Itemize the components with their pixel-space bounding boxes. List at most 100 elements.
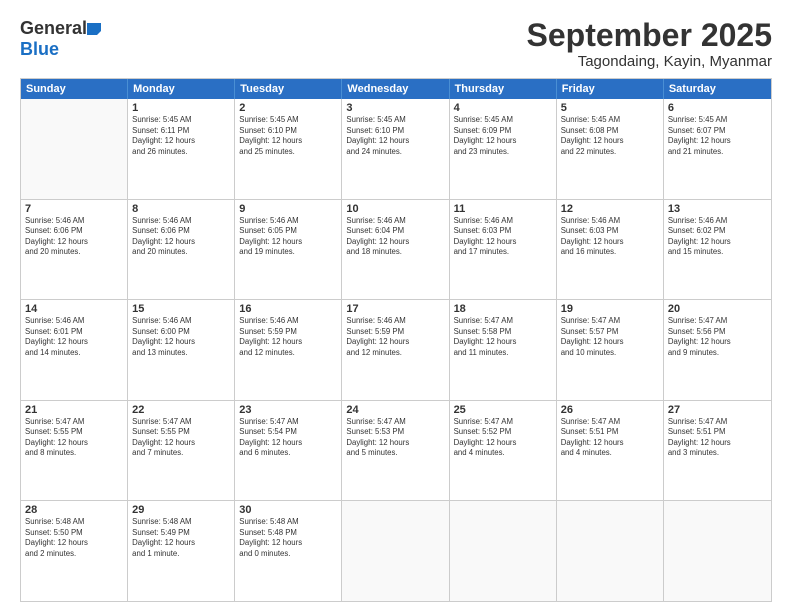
day-number: 20	[668, 303, 767, 315]
calendar: SundayMondayTuesdayWednesdayThursdayFrid…	[20, 78, 772, 602]
day-header-monday: Monday	[128, 79, 235, 99]
calendar-cell: 15Sunrise: 5:46 AMSunset: 6:00 PMDayligh…	[128, 300, 235, 400]
cell-info: Sunrise: 5:46 AMSunset: 6:01 PMDaylight:…	[25, 316, 123, 358]
logo-blue: Blue	[20, 39, 59, 60]
calendar-cell: 25Sunrise: 5:47 AMSunset: 5:52 PMDayligh…	[450, 401, 557, 501]
day-number: 24	[346, 404, 444, 416]
day-number: 26	[561, 404, 659, 416]
cell-info: Sunrise: 5:47 AMSunset: 5:58 PMDaylight:…	[454, 316, 552, 358]
cell-info: Sunrise: 5:46 AMSunset: 6:06 PMDaylight:…	[132, 216, 230, 258]
day-number: 15	[132, 303, 230, 315]
cell-info: Sunrise: 5:47 AMSunset: 5:57 PMDaylight:…	[561, 316, 659, 358]
calendar-cell: 10Sunrise: 5:46 AMSunset: 6:04 PMDayligh…	[342, 200, 449, 300]
day-number: 18	[454, 303, 552, 315]
day-number: 1	[132, 102, 230, 114]
day-number: 2	[239, 102, 337, 114]
day-number: 8	[132, 203, 230, 215]
day-header-friday: Friday	[557, 79, 664, 99]
logo: GeneralBlue	[20, 18, 101, 60]
calendar-cell	[664, 501, 771, 601]
day-header-tuesday: Tuesday	[235, 79, 342, 99]
calendar-cell	[557, 501, 664, 601]
cell-info: Sunrise: 5:46 AMSunset: 6:02 PMDaylight:…	[668, 216, 767, 258]
day-number: 25	[454, 404, 552, 416]
day-number: 7	[25, 203, 123, 215]
day-number: 30	[239, 504, 337, 516]
day-number: 9	[239, 203, 337, 215]
day-number: 6	[668, 102, 767, 114]
cell-info: Sunrise: 5:45 AMSunset: 6:11 PMDaylight:…	[132, 115, 230, 157]
calendar-cell: 12Sunrise: 5:46 AMSunset: 6:03 PMDayligh…	[557, 200, 664, 300]
calendar-body: 1Sunrise: 5:45 AMSunset: 6:11 PMDaylight…	[21, 99, 771, 601]
calendar-week-5: 28Sunrise: 5:48 AMSunset: 5:50 PMDayligh…	[21, 500, 771, 601]
day-number: 12	[561, 203, 659, 215]
calendar-cell: 2Sunrise: 5:45 AMSunset: 6:10 PMDaylight…	[235, 99, 342, 199]
calendar-cell: 23Sunrise: 5:47 AMSunset: 5:54 PMDayligh…	[235, 401, 342, 501]
cell-info: Sunrise: 5:47 AMSunset: 5:53 PMDaylight:…	[346, 417, 444, 459]
cell-info: Sunrise: 5:46 AMSunset: 6:05 PMDaylight:…	[239, 216, 337, 258]
cell-info: Sunrise: 5:48 AMSunset: 5:50 PMDaylight:…	[25, 517, 123, 559]
calendar-cell	[450, 501, 557, 601]
calendar-cell	[342, 501, 449, 601]
cell-info: Sunrise: 5:46 AMSunset: 5:59 PMDaylight:…	[239, 316, 337, 358]
calendar-week-1: 1Sunrise: 5:45 AMSunset: 6:11 PMDaylight…	[21, 99, 771, 199]
title-block: September 2025 Tagondaing, Kayin, Myanma…	[527, 18, 772, 70]
cell-info: Sunrise: 5:46 AMSunset: 6:03 PMDaylight:…	[454, 216, 552, 258]
day-number: 10	[346, 203, 444, 215]
day-number: 3	[346, 102, 444, 114]
calendar-cell	[21, 99, 128, 199]
day-number: 28	[25, 504, 123, 516]
cell-info: Sunrise: 5:45 AMSunset: 6:08 PMDaylight:…	[561, 115, 659, 157]
day-header-saturday: Saturday	[664, 79, 771, 99]
calendar-cell: 1Sunrise: 5:45 AMSunset: 6:11 PMDaylight…	[128, 99, 235, 199]
day-number: 22	[132, 404, 230, 416]
calendar-week-4: 21Sunrise: 5:47 AMSunset: 5:55 PMDayligh…	[21, 400, 771, 501]
calendar-cell: 16Sunrise: 5:46 AMSunset: 5:59 PMDayligh…	[235, 300, 342, 400]
day-number: 5	[561, 102, 659, 114]
calendar-cell: 17Sunrise: 5:46 AMSunset: 5:59 PMDayligh…	[342, 300, 449, 400]
calendar-week-3: 14Sunrise: 5:46 AMSunset: 6:01 PMDayligh…	[21, 299, 771, 400]
day-number: 13	[668, 203, 767, 215]
calendar-cell: 28Sunrise: 5:48 AMSunset: 5:50 PMDayligh…	[21, 501, 128, 601]
calendar-cell: 9Sunrise: 5:46 AMSunset: 6:05 PMDaylight…	[235, 200, 342, 300]
cell-info: Sunrise: 5:45 AMSunset: 6:10 PMDaylight:…	[239, 115, 337, 157]
calendar-cell: 27Sunrise: 5:47 AMSunset: 5:51 PMDayligh…	[664, 401, 771, 501]
day-number: 16	[239, 303, 337, 315]
calendar-cell: 22Sunrise: 5:47 AMSunset: 5:55 PMDayligh…	[128, 401, 235, 501]
calendar-cell: 8Sunrise: 5:46 AMSunset: 6:06 PMDaylight…	[128, 200, 235, 300]
logo-general: General	[20, 18, 87, 39]
calendar-cell: 26Sunrise: 5:47 AMSunset: 5:51 PMDayligh…	[557, 401, 664, 501]
day-number: 11	[454, 203, 552, 215]
month-title: September 2025	[527, 18, 772, 53]
calendar-cell: 7Sunrise: 5:46 AMSunset: 6:06 PMDaylight…	[21, 200, 128, 300]
calendar-week-2: 7Sunrise: 5:46 AMSunset: 6:06 PMDaylight…	[21, 199, 771, 300]
day-number: 23	[239, 404, 337, 416]
cell-info: Sunrise: 5:46 AMSunset: 6:06 PMDaylight:…	[25, 216, 123, 258]
logo-flag-icon	[87, 23, 101, 35]
day-header-thursday: Thursday	[450, 79, 557, 99]
calendar-cell: 6Sunrise: 5:45 AMSunset: 6:07 PMDaylight…	[664, 99, 771, 199]
calendar-cell: 30Sunrise: 5:48 AMSunset: 5:48 PMDayligh…	[235, 501, 342, 601]
cell-info: Sunrise: 5:47 AMSunset: 5:51 PMDaylight:…	[561, 417, 659, 459]
cell-info: Sunrise: 5:47 AMSunset: 5:55 PMDaylight:…	[25, 417, 123, 459]
cell-info: Sunrise: 5:46 AMSunset: 5:59 PMDaylight:…	[346, 316, 444, 358]
day-header-wednesday: Wednesday	[342, 79, 449, 99]
page: GeneralBlue September 2025 Tagondaing, K…	[0, 0, 792, 612]
day-number: 14	[25, 303, 123, 315]
day-number: 17	[346, 303, 444, 315]
calendar-cell: 13Sunrise: 5:46 AMSunset: 6:02 PMDayligh…	[664, 200, 771, 300]
location-subtitle: Tagondaing, Kayin, Myanmar	[527, 53, 772, 70]
cell-info: Sunrise: 5:46 AMSunset: 6:03 PMDaylight:…	[561, 216, 659, 258]
calendar-cell: 18Sunrise: 5:47 AMSunset: 5:58 PMDayligh…	[450, 300, 557, 400]
cell-info: Sunrise: 5:45 AMSunset: 6:07 PMDaylight:…	[668, 115, 767, 157]
cell-info: Sunrise: 5:46 AMSunset: 6:04 PMDaylight:…	[346, 216, 444, 258]
cell-info: Sunrise: 5:47 AMSunset: 5:54 PMDaylight:…	[239, 417, 337, 459]
cell-info: Sunrise: 5:48 AMSunset: 5:48 PMDaylight:…	[239, 517, 337, 559]
day-number: 19	[561, 303, 659, 315]
calendar-cell: 20Sunrise: 5:47 AMSunset: 5:56 PMDayligh…	[664, 300, 771, 400]
calendar-header: SundayMondayTuesdayWednesdayThursdayFrid…	[21, 79, 771, 99]
cell-info: Sunrise: 5:45 AMSunset: 6:09 PMDaylight:…	[454, 115, 552, 157]
calendar-cell: 5Sunrise: 5:45 AMSunset: 6:08 PMDaylight…	[557, 99, 664, 199]
calendar-cell: 11Sunrise: 5:46 AMSunset: 6:03 PMDayligh…	[450, 200, 557, 300]
cell-info: Sunrise: 5:47 AMSunset: 5:52 PMDaylight:…	[454, 417, 552, 459]
